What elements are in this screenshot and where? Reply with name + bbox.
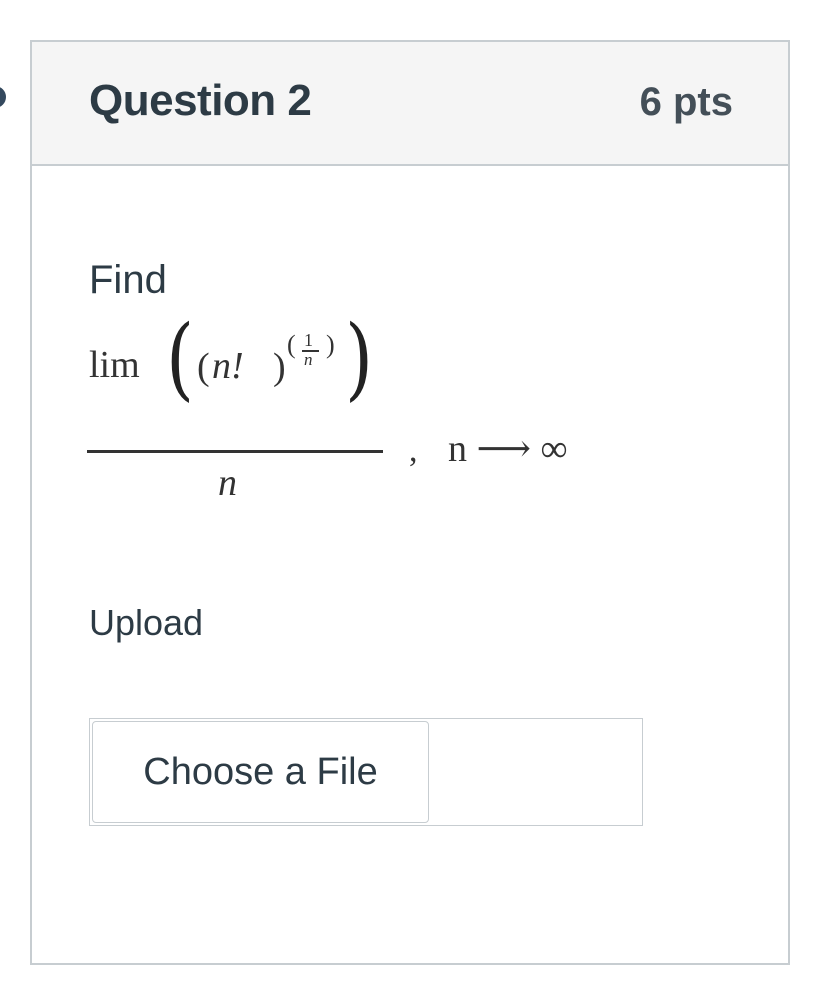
inner-left-parenthesis: ( <box>197 346 210 388</box>
factorial-term: n! <box>212 345 244 387</box>
formula-fraction: lim ( ( n! ) ( 1 n ) ) n <box>87 314 383 504</box>
upload-label: Upload <box>89 602 204 643</box>
question-points: 6 pts <box>639 80 733 124</box>
question-header: Question 2 6 pts <box>32 42 788 166</box>
exponent-fraction: ( 1 n ) <box>287 328 345 369</box>
exponent-right-parenthesis: ) <box>326 330 335 359</box>
question-title: Question 2 <box>89 76 312 125</box>
question-prompt-label: Find <box>89 258 167 302</box>
formula-denominator: n <box>218 462 237 504</box>
bookmark-marker-icon[interactable] <box>0 86 6 108</box>
outer-right-parenthesis: ) <box>345 306 374 411</box>
limit-operator: lim <box>89 344 140 386</box>
quiz-page: Question 2 6 pts Find lim ( ( n! ) ( 1 n <box>0 0 834 997</box>
question-card: Question 2 6 pts Find lim ( ( n! ) ( 1 n <box>30 40 790 965</box>
exponent-left-parenthesis: ( <box>287 330 296 359</box>
outer-left-parenthesis: ( <box>166 306 195 411</box>
formula-numerator: lim ( ( n! ) ( 1 n ) ) <box>89 314 382 410</box>
limit-formula: lim ( ( n! ) ( 1 n ) ) n , n ⟶ ∞ <box>87 314 687 504</box>
limit-condition: n ⟶ ∞ <box>448 428 568 470</box>
file-upload-field[interactable]: Choose a File <box>89 718 643 826</box>
choose-file-button[interactable]: Choose a File <box>92 721 429 823</box>
exponent-denominator: n <box>304 350 313 369</box>
inner-right-parenthesis: ) <box>273 346 286 388</box>
main-fraction-bar <box>87 450 383 453</box>
exponent-numerator: 1 <box>304 330 313 350</box>
formula-comma: , <box>409 432 418 469</box>
